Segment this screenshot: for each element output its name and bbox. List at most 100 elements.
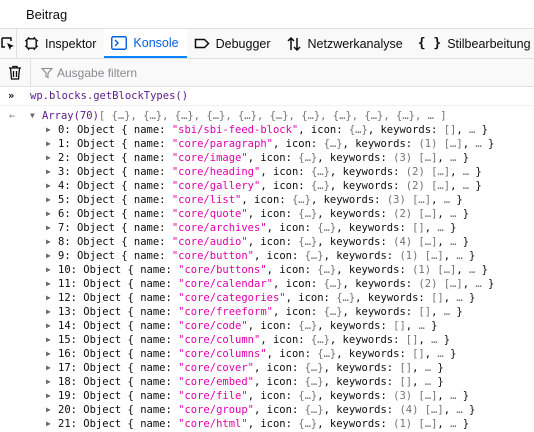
collapsed-toggle-icon[interactable]: ▶ bbox=[46, 137, 58, 151]
tab-network-label: Netzwerkanalyse bbox=[307, 36, 403, 51]
result-row[interactable]: ▶ 0: Object { name: "sbi/sbi-feed-block",… bbox=[0, 123, 534, 137]
block-name: "core/html" bbox=[178, 418, 248, 430]
block-name: "core/image" bbox=[171, 152, 248, 164]
tab-style-editor[interactable]: { } Stilbearbeitung bbox=[411, 29, 534, 58]
result-header[interactable]: ← ▼ Array(70) [ {…}, {…}, {…}, {…}, {…}, … bbox=[0, 109, 534, 123]
object-label: Object bbox=[76, 236, 115, 248]
style-editor-icon: { } bbox=[417, 36, 442, 51]
collapsed-toggle-icon[interactable]: ▶ bbox=[46, 123, 58, 137]
result-row[interactable]: ▶ 12: Object { name: "core/categories", i… bbox=[0, 291, 534, 305]
array-preview: [ {…}, {…}, {…}, {…}, {…}, {…}, {…}, {…}… bbox=[98, 110, 447, 122]
icon-preview: {…} bbox=[304, 250, 324, 262]
collapsed-toggle-icon[interactable]: ▶ bbox=[46, 165, 58, 179]
name-key: name: bbox=[133, 166, 166, 178]
collapsed-toggle-icon[interactable]: ▶ bbox=[46, 347, 58, 361]
console-input-line: » wp.blocks.getBlockTypes() bbox=[0, 87, 534, 106]
collapsed-toggle-icon[interactable]: ▶ bbox=[46, 291, 58, 305]
collapsed-toggle-icon[interactable]: ▶ bbox=[46, 361, 58, 375]
name-key: name: bbox=[140, 362, 172, 374]
tab-debugger-label: Debugger bbox=[215, 36, 271, 51]
result-row[interactable]: ▶ 3: Object { name: "core/heading", icon:… bbox=[0, 165, 534, 179]
collapsed-toggle-icon[interactable]: ▶ bbox=[46, 221, 58, 235]
keywords-preview: [] bbox=[431, 292, 444, 304]
result-row[interactable]: ▶ 6: Object { name: "core/quote", icon: {… bbox=[0, 207, 534, 221]
block-name: "core/list" bbox=[171, 194, 242, 206]
result-row[interactable]: ▶ 13: Object { name: "core/freeform", ico… bbox=[0, 305, 534, 319]
collapsed-toggle-icon[interactable]: ▶ bbox=[46, 193, 58, 207]
collapsed-toggle-icon[interactable]: ▶ bbox=[46, 319, 58, 333]
result-row[interactable]: ▶ 18: Object { name: "core/embed", icon: … bbox=[0, 375, 534, 389]
collapsed-toggle-icon[interactable]: ▶ bbox=[46, 389, 58, 403]
row-index: 2: bbox=[58, 152, 71, 164]
console-command: wp.blocks.getBlockTypes() bbox=[30, 90, 189, 102]
result-row[interactable]: ▶ 17: Object { name: "core/cover", icon: … bbox=[0, 361, 534, 375]
tab-style-editor-label: Stilbearbeitung bbox=[447, 36, 531, 51]
block-name: "core/embed" bbox=[178, 376, 254, 388]
collapsed-toggle-icon[interactable]: ▶ bbox=[46, 249, 58, 263]
keywords-preview: [] bbox=[405, 334, 419, 346]
object-label: Object bbox=[83, 334, 122, 346]
tab-inspector-label: Inspektor bbox=[45, 36, 97, 51]
keywords-key: keywords: bbox=[323, 194, 381, 206]
tab-network[interactable]: Netzwerkanalyse bbox=[279, 29, 411, 58]
result-row[interactable]: ▶ 7: Object { name: "core/archives", icon… bbox=[0, 221, 534, 235]
object-label: Object bbox=[76, 138, 115, 150]
keywords-key: keywords: bbox=[329, 320, 387, 332]
collapsed-toggle-icon[interactable]: ▶ bbox=[46, 207, 58, 221]
result-row[interactable]: ▶ 2: Object { name: "core/image", icon: {… bbox=[0, 151, 534, 165]
result-row[interactable]: ▶ 14: Object { name: "core/code", icon: {… bbox=[0, 319, 534, 333]
collapsed-toggle-icon[interactable]: ▶ bbox=[46, 375, 58, 389]
keywords-preview: (4) […] bbox=[399, 404, 444, 416]
result-row[interactable]: ▶ 8: Object { name: "core/audio", icon: {… bbox=[0, 235, 534, 249]
block-name: "core/column" bbox=[178, 334, 261, 346]
result-row[interactable]: ▶ 5: Object { name: "core/list", icon: {…… bbox=[0, 193, 534, 207]
tab-debugger[interactable]: Debugger bbox=[187, 29, 279, 58]
collapsed-toggle-icon[interactable]: ▶ bbox=[46, 333, 58, 347]
keywords-preview: (4) […] bbox=[393, 236, 438, 248]
keywords-key: keywords: bbox=[329, 418, 387, 430]
result-row[interactable]: ▶ 15: Object { name: "core/column", icon:… bbox=[0, 333, 534, 347]
result-row[interactable]: ▶ 19: Object { name: "core/file", icon: {… bbox=[0, 389, 534, 403]
clear-console-button[interactable] bbox=[0, 59, 31, 86]
collapsed-toggle-icon[interactable]: ▶ bbox=[46, 235, 58, 249]
object-label: Object bbox=[76, 166, 115, 178]
result-row[interactable]: ▶ 9: Object { name: "core/button", icon: … bbox=[0, 249, 534, 263]
element-picker-button[interactable] bbox=[0, 29, 17, 58]
result-row[interactable]: ▶ 4: Object { name: "core/gallery", icon:… bbox=[0, 179, 534, 193]
icon-key: icon: bbox=[260, 208, 292, 220]
collapsed-toggle-icon[interactable]: ▶ bbox=[46, 151, 58, 165]
row-index: 19: bbox=[58, 390, 77, 402]
expand-toggle-icon[interactable]: ▼ bbox=[30, 109, 42, 123]
result-row[interactable]: ▶ 11: Object { name: "core/calendar", ico… bbox=[0, 277, 534, 291]
collapsed-toggle-icon[interactable]: ▶ bbox=[46, 305, 58, 319]
collapsed-toggle-icon[interactable]: ▶ bbox=[46, 277, 58, 291]
icon-key: icon: bbox=[260, 390, 292, 402]
object-label: Object bbox=[76, 222, 115, 234]
result-row[interactable]: ▶ 21: Object { name: "core/html", icon: {… bbox=[0, 417, 534, 431]
result-row[interactable]: ▶ 10: Object { name: "core/buttons", icon… bbox=[0, 263, 534, 277]
name-key: name: bbox=[140, 418, 172, 430]
collapsed-toggle-icon[interactable]: ▶ bbox=[46, 417, 58, 431]
tab-inspector[interactable]: Inspektor bbox=[17, 29, 104, 58]
result-row[interactable]: ▶ 1: Object { name: "core/paragraph", ico… bbox=[0, 137, 534, 151]
icon-preview: {…} bbox=[304, 362, 324, 374]
collapsed-toggle-icon[interactable]: ▶ bbox=[46, 179, 58, 193]
result-row[interactable]: ▶ 20: Object { name: "core/group", icon: … bbox=[0, 403, 534, 417]
icon-preview: {…} bbox=[298, 208, 318, 220]
row-index: 15: bbox=[58, 334, 77, 346]
keywords-key: keywords: bbox=[342, 334, 400, 346]
result-row[interactable]: ▶ 16: Object { name: "core/columns", icon… bbox=[0, 347, 534, 361]
filter-input[interactable]: Ausgabe filtern bbox=[31, 66, 137, 80]
tab-console[interactable]: Konsole bbox=[104, 29, 187, 58]
keywords-preview: (3) […] bbox=[386, 194, 432, 206]
collapsed-toggle-icon[interactable]: ▶ bbox=[46, 403, 58, 417]
collapsed-toggle-icon[interactable]: ▶ bbox=[46, 263, 58, 277]
block-name: "core/freeform" bbox=[178, 306, 273, 318]
icon-key: icon: bbox=[254, 194, 286, 206]
console-filter-bar: Ausgabe filtern bbox=[0, 59, 534, 87]
debugger-icon bbox=[194, 37, 210, 50]
console-icon bbox=[111, 35, 128, 50]
console-output: » wp.blocks.getBlockTypes() ← ▼ Array(70)… bbox=[0, 87, 534, 431]
name-key: name: bbox=[133, 222, 166, 234]
object-label: Object bbox=[83, 390, 122, 402]
